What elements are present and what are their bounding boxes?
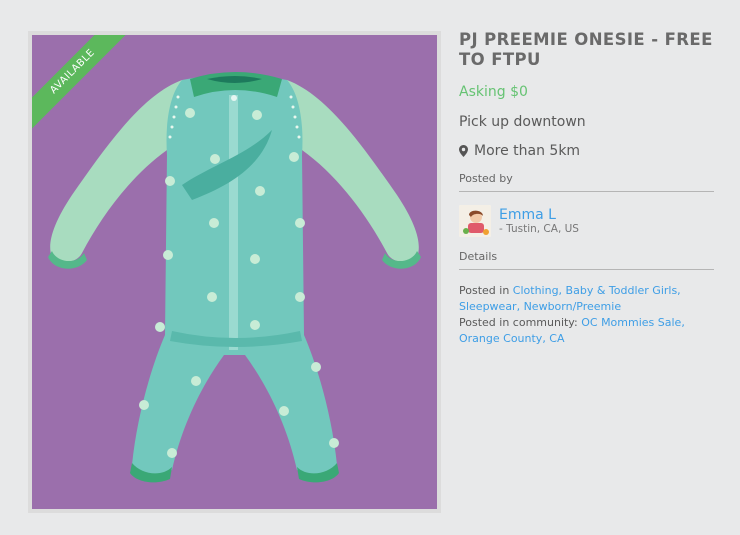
listing-photo-frame: AVAILABLE [28, 31, 441, 513]
posted-in: Posted in Clothing, Baby & Toddler Girls… [459, 283, 714, 347]
map-pin-icon [459, 145, 468, 157]
distance-row: More than 5km [459, 143, 714, 159]
listing-photo[interactable]: AVAILABLE [32, 35, 437, 509]
community-prefix: Posted in community: [459, 316, 582, 329]
pickup-location: Pick up downtown [459, 114, 586, 130]
distance-text: More than 5km [474, 143, 581, 159]
details-label: Details [459, 250, 714, 270]
onesie-illustration [48, 72, 421, 483]
poster: Emma L - Tustin, CA, US [459, 205, 714, 237]
avatar-image [459, 205, 491, 237]
listing-price: Asking $0 [459, 84, 528, 100]
poster-location: - Tustin, CA, US [499, 223, 579, 235]
posted-in-prefix: Posted in [459, 284, 513, 297]
poster-name-link[interactable]: Emma L [499, 207, 579, 223]
posted-by-label: Posted by [459, 172, 714, 192]
listing-title: PJ PREEMIE ONESIE - FREE TO FTPU [459, 30, 713, 69]
listing-details: PJ PREEMIE ONESIE - FREE TO FTPU Asking … [459, 30, 714, 347]
avatar[interactable] [459, 205, 491, 237]
